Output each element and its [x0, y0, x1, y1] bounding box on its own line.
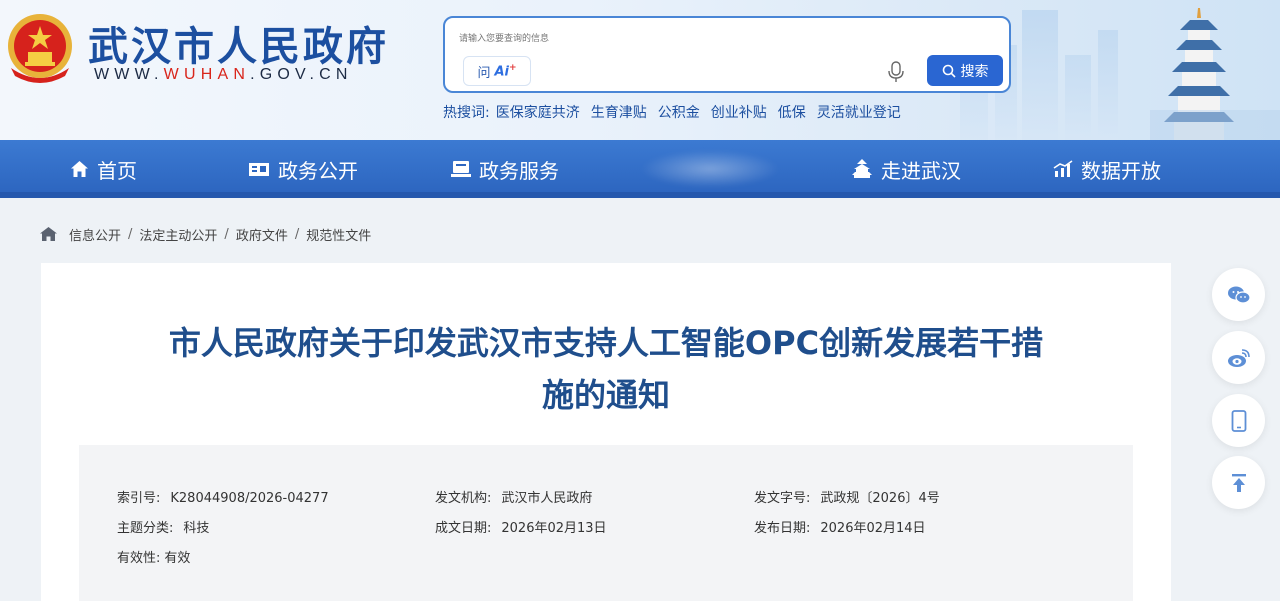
service-icon [451, 161, 471, 177]
back-to-top-icon [1231, 473, 1246, 492]
national-emblem-icon [8, 14, 72, 83]
meta-index-number: 索引号: K28044908/2026-04277 [117, 491, 329, 506]
document-metadata: 索引号: K28044908/2026-04277 发文机构: 武汉市人民政府 发文… [79, 445, 1133, 601]
hot-word-item[interactable]: 公积金 [658, 102, 700, 122]
hot-word-item[interactable]: 创业补贴 [711, 102, 767, 122]
meta-document-number: 发文字号: 武政规〔2026〕4号 [754, 491, 940, 506]
hot-word-item[interactable]: 医保家庭共济 [496, 102, 580, 122]
nav-item-open-affairs[interactable]: 政务公开 [248, 140, 358, 198]
site-title[interactable]: 武汉市人民政府 [88, 14, 389, 72]
open-affairs-icon [249, 163, 269, 176]
mobile-icon [1231, 409, 1246, 432]
pavilion-icon [852, 159, 872, 178]
microphone-icon[interactable] [887, 61, 905, 83]
search-button-label: 搜索 [960, 63, 989, 80]
meta-validity: 有效性: 有效 [117, 551, 191, 566]
search-button[interactable]: 搜索 [927, 55, 1003, 86]
meta-written-date: 成文日期: 2026年02月13日 [435, 521, 607, 536]
url-highlight: WUHAN [163, 66, 251, 83]
hot-words: 热搜词: 医保家庭共济 生育津贴 公积金 创业补贴 低保 灵活就业登记 [443, 102, 912, 122]
home-icon [71, 161, 88, 177]
breadcrumb-separator: / [224, 226, 229, 242]
meta-issuer: 发文机构: 武汉市人民政府 [435, 491, 593, 506]
mobile-version-button[interactable] [1212, 394, 1265, 447]
hot-word-item[interactable]: 生育津贴 [591, 102, 647, 122]
search-icon [942, 64, 956, 78]
nav-item-discover-wuhan[interactable]: 走进武汉 [851, 140, 961, 198]
home-icon[interactable] [40, 227, 57, 241]
breadcrumb-separator: / [128, 226, 133, 242]
nav-blurred-item [640, 150, 780, 188]
nav-item-label: 数据开放 [1081, 158, 1161, 183]
nav-item-open-data[interactable]: 数据开放 [1053, 140, 1161, 198]
breadcrumb-item[interactable]: 法定主动公开 [139, 225, 217, 244]
breadcrumb-item[interactable]: 政府文件 [236, 225, 288, 244]
site-url[interactable]: WWW.WUHAN.GOV.CN [94, 66, 353, 84]
document-title: 市人民政府关于印发武汉市支持人工智能OPC创新发展若干措 施的通知 [131, 317, 1081, 421]
nav-item-label: 政务服务 [479, 158, 559, 183]
weibo-icon [1227, 348, 1250, 367]
wechat-share-button[interactable] [1212, 268, 1265, 321]
breadcrumb: 信息公开 / 法定主动公开 / 政府文件 / 规范性文件 [40, 225, 371, 244]
breadcrumb-separator: / [294, 226, 300, 242]
ai-ask-button[interactable]: 问 Ai+ [463, 56, 531, 86]
nav-item-label: 政务公开 [278, 158, 358, 183]
breadcrumb-item[interactable]: 信息公开 [69, 225, 121, 244]
document-card: 市人民政府关于印发武汉市支持人工智能OPC创新发展若干措 施的通知 索引号: K2… [41, 263, 1171, 601]
chart-icon [1053, 160, 1073, 177]
document-title-line: 施的通知 [541, 376, 670, 414]
back-to-top-button[interactable] [1212, 456, 1265, 509]
hot-word-item[interactable]: 低保 [778, 102, 806, 122]
meta-published-date: 发布日期: 2026年02月14日 [754, 521, 926, 536]
url-suffix: .GOV.CN [250, 66, 353, 83]
ai-chip-label: 问 [477, 65, 491, 81]
search-box[interactable]: 请输入您要查询的信息 问 Ai+ 搜索 [443, 16, 1011, 93]
nav-item-label: 走进武汉 [881, 158, 961, 183]
hot-word-item[interactable]: 灵活就业登记 [817, 102, 901, 122]
nav-item-home[interactable]: 首页 [70, 140, 137, 198]
hot-words-label: 热搜词: [443, 105, 490, 121]
ai-chip-brand: Ai+ [494, 62, 517, 80]
url-prefix: WWW. [94, 66, 164, 83]
document-title-line: 市人民政府关于印发武汉市支持人工智能OPC创新发展若干措 [168, 324, 1044, 362]
meta-topic: 主题分类: 科技 [117, 521, 210, 536]
breadcrumb-item[interactable]: 规范性文件 [306, 225, 371, 244]
nav-item-label: 首页 [97, 158, 137, 183]
weibo-share-button[interactable] [1212, 331, 1265, 384]
nav-item-services[interactable]: 政务服务 [451, 140, 559, 198]
wechat-icon [1227, 286, 1251, 304]
site-header: 武汉市人民政府 WWW.WUHAN.GOV.CN 请输入您要查询的信息 问 Ai… [0, 0, 1280, 140]
search-input[interactable]: 请输入您要查询的信息 [459, 31, 549, 44]
main-nav: 首页 政务公开 政务服务 走进武汉 数据开放 [0, 140, 1280, 198]
